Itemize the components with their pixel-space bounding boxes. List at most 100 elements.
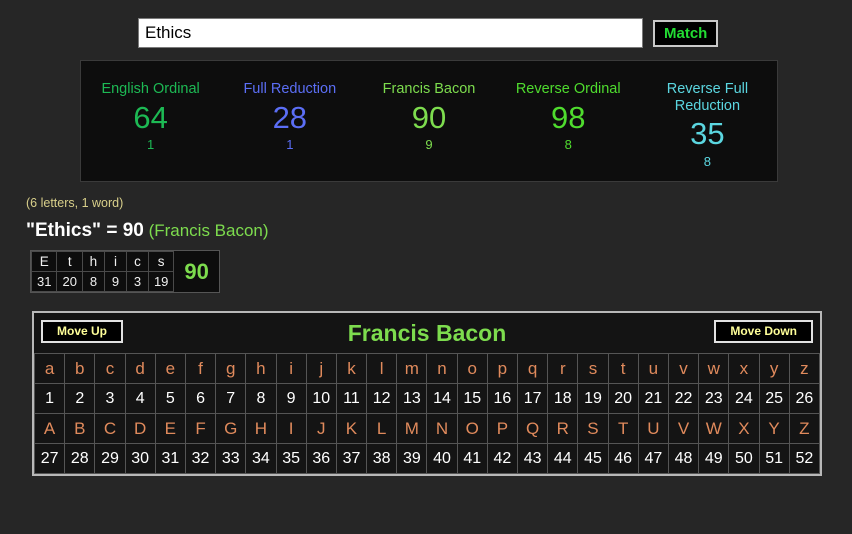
- alphabet-letter-cell: E: [154, 413, 186, 444]
- alphabet-letter-cell: T: [607, 413, 639, 444]
- alphabet-value-cell: 3: [94, 383, 126, 414]
- alphabet-value-cell: 5: [154, 383, 186, 414]
- breakdown-letter-cell: s: [147, 251, 175, 272]
- alphabet-value-cell: 47: [637, 443, 669, 474]
- cipher-value: 28: [272, 99, 308, 135]
- alphabet-value-cell: 36: [305, 443, 337, 474]
- alphabet-letter-cell: j: [305, 353, 337, 384]
- result-cipher-label: (Francis Bacon): [143, 221, 269, 240]
- cipher-name: Reverse Ordinal: [515, 81, 621, 97]
- breakdown-letter-cell: t: [56, 251, 83, 272]
- alphabet-value-cell: 1: [33, 383, 66, 414]
- lowercase-letter-row: abcdefghijklmnopqrstuvwxyz: [33, 353, 821, 384]
- alphabet-letter-cell: e: [154, 353, 186, 384]
- alphabet-letter-cell: B: [64, 413, 96, 444]
- alphabet-letter-cell: w: [698, 353, 730, 384]
- alphabet-letter-cell: G: [215, 413, 247, 444]
- alphabet-letter-cell: o: [456, 353, 488, 384]
- alphabet-value-cell: 20: [607, 383, 639, 414]
- cipher-subvalue: 9: [425, 137, 433, 153]
- cipher-subvalue: 8: [703, 153, 712, 169]
- cipher-column-reverse-full-reduction[interactable]: Reverse Full Reduction 35 8: [638, 81, 777, 170]
- alphabet-letter-cell: C: [94, 413, 126, 444]
- cipher-name: Reverse Full Reduction: [666, 81, 749, 114]
- breakdown-letter-row: Ethics: [30, 251, 175, 272]
- search-input[interactable]: [138, 18, 643, 48]
- alphabet-value-cell: 41: [456, 443, 488, 474]
- alphabet-table: abcdefghijklmnopqrstuvwxyz 1 2 3 4 5 6 7 8 9 10 11…: [33, 353, 821, 474]
- alphabet-value-cell: 45: [577, 443, 609, 474]
- alphabet-title: Francis Bacon: [347, 319, 507, 346]
- breakdown-table: Ethics 31 20 8 9 3 19: [30, 251, 175, 292]
- breakdown-value-cell: 8: [81, 271, 105, 292]
- move-down-button[interactable]: Move Down: [714, 320, 813, 344]
- breakdown-value-cell: 3: [125, 271, 149, 292]
- breakdown-value-row: 31 20 8 9 3 19: [30, 271, 175, 292]
- alphabet-letter-cell: V: [667, 413, 700, 444]
- cipher-column-full-reduction[interactable]: Full Reduction 28 1: [220, 81, 359, 153]
- alphabet-value-cell: 40: [426, 443, 458, 474]
- cipher-column-english-ordinal[interactable]: English Ordinal 64 1: [81, 81, 220, 153]
- alphabet-value-cell: 29: [94, 443, 126, 474]
- alphabet-value-cell: 30: [124, 443, 156, 474]
- alphabet-value-cell: 6: [184, 383, 217, 414]
- alphabet-value-cell: 4: [124, 383, 156, 414]
- alphabet-letter-cell: v: [667, 353, 700, 384]
- breakdown-letter-cell: c: [125, 251, 149, 272]
- alphabet-letter-cell: K: [335, 413, 368, 444]
- breakdown-value-cell: 9: [103, 271, 127, 292]
- alphabet-value-cell: 42: [486, 443, 519, 474]
- alphabet-letter-cell: d: [124, 353, 156, 384]
- alphabet-value-cell: 10: [305, 383, 337, 414]
- alphabet-value-cell: 48: [667, 443, 700, 474]
- alphabet-value-cell: 12: [366, 383, 398, 414]
- alphabet-value-cell: 23: [698, 383, 730, 414]
- alphabet-header: Move Up Francis Bacon Move Down: [34, 313, 820, 353]
- letter-word-count: (6 letters, 1 word): [26, 196, 124, 210]
- alphabet-letter-cell: z: [788, 353, 821, 384]
- alphabet-letter-cell: J: [305, 413, 337, 444]
- alphabet-value-cell: 33: [215, 443, 247, 474]
- alphabet-letter-cell: Q: [516, 413, 549, 444]
- cipher-column-reverse-ordinal[interactable]: Reverse Ordinal 98 8: [499, 81, 638, 153]
- cipher-value: 64: [133, 99, 168, 135]
- alphabet-letter-cell: P: [486, 413, 519, 444]
- alphabet-value-cell: 8: [245, 383, 277, 414]
- result-phrase: "Ethics" =: [26, 220, 123, 241]
- alphabet-value-cell: 52: [788, 443, 821, 474]
- breakdown-letter-cell: E: [30, 251, 58, 272]
- letter-breakdown: Ethics 31 20 8 9 3 19 90: [30, 250, 220, 293]
- cipher-subvalue: 8: [564, 137, 572, 153]
- alphabet-letter-cell: m: [396, 353, 428, 384]
- alphabet-value-cell: 15: [456, 383, 488, 414]
- alphabet-value-cell: 25: [758, 383, 790, 414]
- alphabet-letter-cell: W: [698, 413, 730, 444]
- alphabet-value-cell: 46: [607, 443, 639, 474]
- alphabet-value-cell: 9: [275, 383, 307, 414]
- alphabet-letter-cell: i: [275, 353, 307, 384]
- alphabet-value-cell: 18: [547, 383, 579, 414]
- cipher-column-francis-bacon[interactable]: Francis Bacon 90 9: [359, 81, 498, 153]
- alphabet-value-cell: 26: [788, 383, 821, 414]
- alphabet-letter-cell: N: [426, 413, 458, 444]
- move-up-button[interactable]: Move Up: [41, 320, 124, 344]
- alphabet-letter-cell: y: [758, 353, 790, 384]
- cipher-subvalue: 1: [286, 137, 294, 153]
- alphabet-value-cell: 17: [516, 383, 549, 414]
- alphabet-letter-cell: A: [33, 413, 66, 444]
- alphabet-letter-cell: k: [335, 353, 368, 384]
- alphabet-letter-cell: n: [426, 353, 458, 384]
- breakdown-letter-cell: h: [81, 251, 105, 272]
- alphabet-letter-cell: q: [516, 353, 549, 384]
- result-value: 90: [122, 220, 144, 241]
- search-row: Match: [0, 0, 852, 48]
- alphabet-letter-cell: c: [94, 353, 126, 384]
- uppercase-value-row: 27 28 29 30 31 32 33 34 35 36 37 38 39 40 41 42 43 44 45 46…: [33, 443, 821, 474]
- alphabet-value-cell: 16: [486, 383, 519, 414]
- alphabet-letter-cell: M: [396, 413, 428, 444]
- match-button[interactable]: Match: [653, 19, 719, 47]
- alphabet-panel: Move Up Francis Bacon Move Down abcdefgh…: [32, 311, 822, 476]
- alphabet-value-cell: 11: [335, 383, 368, 414]
- alphabet-letter-cell: g: [215, 353, 247, 384]
- alphabet-value-cell: 13: [396, 383, 428, 414]
